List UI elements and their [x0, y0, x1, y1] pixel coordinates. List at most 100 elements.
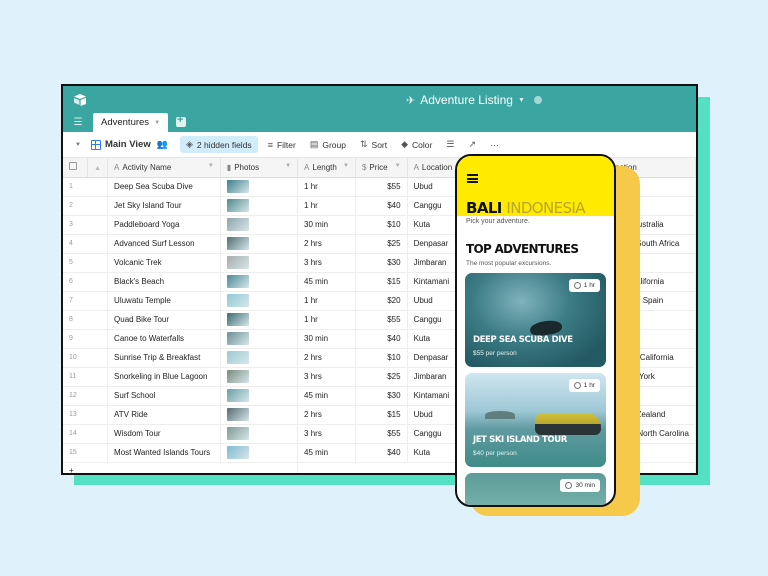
row-number[interactable]: 9	[63, 329, 109, 349]
price-cell[interactable]: $30	[355, 253, 408, 273]
activity-name-cell[interactable]: Advanced Surf Lesson	[107, 234, 221, 254]
select-all-checkbox[interactable]	[69, 162, 77, 171]
photo-cell[interactable]	[220, 272, 299, 292]
select-all-cell[interactable]	[63, 158, 89, 178]
price-cell[interactable]: $25	[355, 234, 408, 254]
row-number[interactable]: 4	[63, 234, 109, 254]
tab-adventures[interactable]: Adventures ▼	[93, 113, 169, 132]
length-cell[interactable]: 3 hrs	[297, 424, 356, 444]
photo-cell[interactable]	[220, 177, 299, 197]
add-record-button[interactable]: +	[63, 462, 299, 473]
photo-cell[interactable]	[220, 386, 299, 406]
length-cell[interactable]: 45 min	[297, 443, 356, 463]
adventure-card[interactable]: 1 hr JET SKI ISLAND TOUR $40 per person	[465, 373, 606, 467]
length-cell[interactable]: 2 hrs	[297, 234, 356, 254]
photo-thumbnail[interactable]	[226, 256, 249, 269]
activity-name-cell[interactable]: Surf School	[107, 386, 221, 406]
column-header-length[interactable]: A Length ▼	[297, 158, 356, 178]
photo-cell[interactable]	[220, 329, 299, 349]
row-number[interactable]: 14	[63, 424, 109, 444]
chevron-down-icon[interactable]: ▼	[518, 97, 525, 104]
row-height-button[interactable]: ☰	[446, 139, 454, 150]
row-number[interactable]: 1	[63, 177, 109, 197]
length-cell[interactable]: 45 min	[297, 386, 356, 406]
photo-cell[interactable]	[220, 234, 299, 254]
photo-cell[interactable]	[220, 367, 299, 387]
price-cell[interactable]: $55	[355, 310, 408, 330]
hamburger-menu-icon[interactable]	[467, 174, 478, 183]
photo-cell[interactable]	[220, 253, 299, 273]
photo-thumbnail[interactable]	[226, 427, 249, 440]
chevron-down-icon[interactable]: ▼	[285, 163, 291, 169]
add-table-button[interactable]	[176, 114, 187, 127]
row-number[interactable]: 2	[63, 196, 109, 216]
photo-cell[interactable]	[220, 215, 299, 235]
photo-thumbnail[interactable]	[226, 332, 249, 345]
photo-thumbnail[interactable]	[226, 218, 249, 231]
chevron-down-icon[interactable]: ▼	[395, 163, 401, 169]
filter-button[interactable]: ≡ Filter	[268, 140, 296, 150]
activity-name-cell[interactable]: Wisdom Tour	[107, 424, 221, 444]
menu-icon[interactable]: ☰	[63, 117, 93, 132]
photo-thumbnail[interactable]	[226, 389, 249, 402]
chevron-down-icon[interactable]: ▼	[154, 120, 160, 126]
sort-button[interactable]: ⇅ Sort	[360, 139, 387, 150]
activity-name-cell[interactable]: Snorkeling in Blue Lagoon	[107, 367, 221, 387]
activity-name-cell[interactable]: ATV Ride	[107, 405, 221, 425]
photo-thumbnail[interactable]	[226, 237, 249, 250]
column-header-photos[interactable]: ▮ Photos ▼	[220, 158, 299, 178]
price-cell[interactable]: $55	[355, 177, 408, 197]
photo-cell[interactable]	[220, 443, 299, 463]
price-cell[interactable]: $20	[355, 291, 408, 311]
photo-cell[interactable]	[220, 310, 299, 330]
price-cell[interactable]: $25	[355, 367, 408, 387]
photo-cell[interactable]	[220, 196, 299, 216]
length-cell[interactable]: 30 min	[297, 215, 356, 235]
row-number[interactable]: 15	[63, 443, 109, 463]
row-number[interactable]: 13	[63, 405, 109, 425]
photo-thumbnail[interactable]	[226, 199, 249, 212]
photo-cell[interactable]	[220, 291, 299, 311]
photo-thumbnail[interactable]	[226, 275, 249, 288]
photo-thumbnail[interactable]	[226, 370, 249, 383]
color-button[interactable]: ◆ Color	[401, 139, 432, 150]
price-cell[interactable]: $10	[355, 215, 408, 235]
base-title[interactable]: ✈ Adventure Listing ▼	[406, 93, 542, 107]
row-number[interactable]: 12	[63, 386, 109, 406]
price-cell[interactable]: $40	[355, 329, 408, 349]
collaborators-icon[interactable]: 👥	[157, 139, 168, 150]
activity-name-cell[interactable]: Most Wanted Islands Tours	[107, 443, 221, 463]
activity-name-cell[interactable]: Quad Bike Tour	[107, 310, 221, 330]
activity-name-cell[interactable]: Deep Sea Scuba Dive	[107, 177, 221, 197]
group-button[interactable]: ▤ Group	[310, 139, 346, 150]
photo-thumbnail[interactable]	[226, 180, 249, 193]
price-cell[interactable]: $30	[355, 386, 408, 406]
photo-cell[interactable]	[220, 348, 299, 368]
more-button[interactable]: ···	[490, 140, 499, 150]
activity-name-cell[interactable]: Canoe to Waterfalls	[107, 329, 221, 349]
activity-name-cell[interactable]: Black's Beach	[107, 272, 221, 292]
row-number[interactable]: 5	[63, 253, 109, 273]
length-cell[interactable]: 1 hr	[297, 310, 356, 330]
chevron-down-icon[interactable]: ▼	[208, 163, 214, 169]
row-number[interactable]: 8	[63, 310, 109, 330]
length-cell[interactable]: 1 hr	[297, 177, 356, 197]
length-cell[interactable]: 2 hrs	[297, 348, 356, 368]
hidden-fields-button[interactable]: ◈ 2 hidden fields	[179, 136, 258, 153]
photo-cell[interactable]	[220, 405, 299, 425]
length-cell[interactable]: 2 hrs	[297, 405, 356, 425]
length-cell[interactable]: 30 min	[297, 329, 356, 349]
photo-thumbnail[interactable]	[226, 351, 249, 364]
photo-thumbnail[interactable]	[226, 408, 249, 421]
column-header-price[interactable]: $ Price ▼	[355, 158, 408, 178]
row-number[interactable]: 11	[63, 367, 109, 387]
activity-name-cell[interactable]: Paddleboard Yoga	[107, 215, 221, 235]
photo-cell[interactable]	[220, 424, 299, 444]
activity-name-cell[interactable]: Volcanic Trek	[107, 253, 221, 273]
collapse-caret-icon[interactable]: ▼	[75, 142, 81, 148]
row-number[interactable]: 7	[63, 291, 109, 311]
price-cell[interactable]: $15	[355, 272, 408, 292]
info-icon[interactable]	[533, 96, 542, 104]
photo-thumbnail[interactable]	[226, 313, 249, 326]
length-cell[interactable]: 3 hrs	[297, 367, 356, 387]
